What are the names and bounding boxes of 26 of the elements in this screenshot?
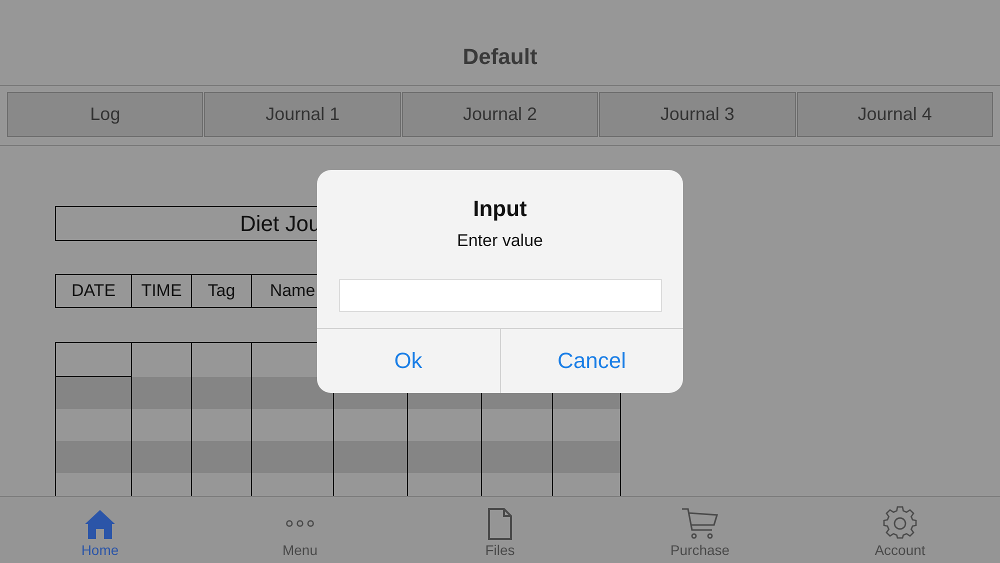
cart-icon <box>681 506 719 540</box>
journal-tab[interactable]: Journal 4 <box>796 92 994 137</box>
settings-icon <box>883 506 917 540</box>
column-header: Tag <box>192 275 252 307</box>
home-icon <box>83 508 117 540</box>
column-header: TIME <box>132 275 192 307</box>
nav-label: Purchase <box>670 542 730 558</box>
nav-tab[interactable]: Account <box>800 497 1000 563</box>
journal-tab[interactable]: Journal 3 <box>599 92 796 137</box>
journal-tab[interactable]: Log <box>7 92 204 137</box>
nav-tab[interactable]: Files <box>400 497 600 563</box>
column-header: DATE <box>56 275 132 307</box>
input-field[interactable] <box>338 279 662 312</box>
journal-tab[interactable]: Journal 1 <box>204 92 401 137</box>
ellipsis-icon <box>286 520 314 527</box>
cancel-button[interactable]: Cancel <box>500 329 683 393</box>
nav-label: Home <box>81 542 119 558</box>
ok-button[interactable]: Ok <box>317 329 500 393</box>
page-title: Default <box>462 44 538 70</box>
nav-label: Files <box>485 542 515 558</box>
journal-tab[interactable]: Journal 2 <box>402 92 598 137</box>
nav-tab[interactable]: Home <box>0 497 200 563</box>
nav-label: Menu <box>282 542 318 558</box>
nav-tab[interactable]: Menu <box>200 497 400 563</box>
nav-tab[interactable]: Purchase <box>600 497 800 563</box>
nav-label: Account <box>874 542 926 558</box>
